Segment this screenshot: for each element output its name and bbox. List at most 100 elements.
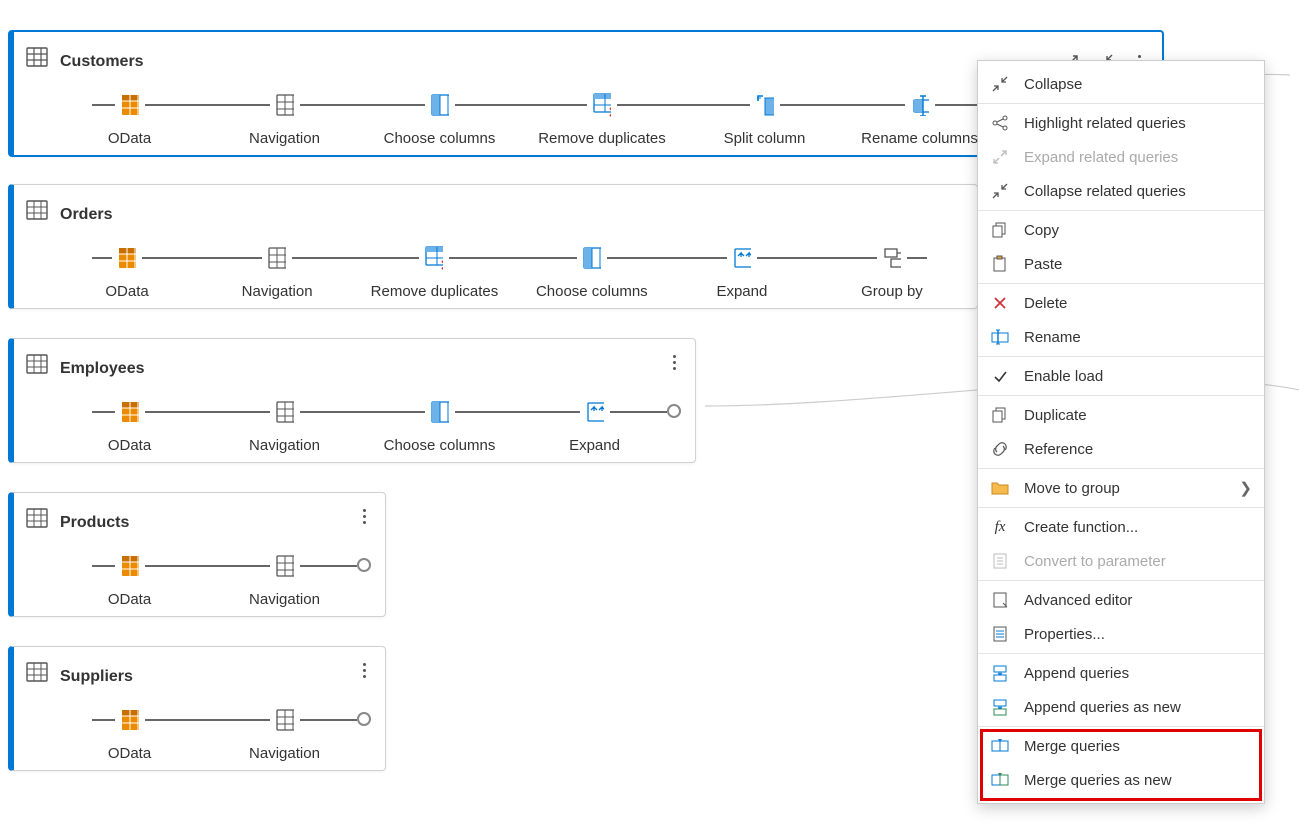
step-choose-columns[interactable]: Choose columns	[362, 90, 517, 147]
menu-convert-to-parameter: Convert to parameter	[978, 544, 1264, 578]
more-icon[interactable]	[351, 501, 377, 531]
append-icon	[988, 663, 1012, 683]
end-node[interactable]	[357, 712, 371, 726]
menu-properties[interactable]: Properties...	[978, 617, 1264, 651]
table-icon	[22, 657, 52, 687]
menu-create-function[interactable]: fx Create function...	[978, 510, 1264, 544]
step-expand[interactable]: Expand	[517, 397, 672, 454]
step-split-column[interactable]: Split column	[687, 90, 842, 147]
menu-enable-load[interactable]: Enable load	[978, 359, 1264, 393]
choose-columns-icon	[577, 243, 607, 273]
step-odata[interactable]: OData	[52, 90, 207, 147]
menu-append-queries[interactable]: Append queries	[978, 656, 1264, 690]
collapse-in-icon	[988, 182, 1012, 200]
step-navigation[interactable]: Navigation	[207, 397, 362, 454]
card-title: Customers	[60, 53, 144, 71]
menu-duplicate[interactable]: Duplicate	[978, 398, 1264, 432]
table-icon	[270, 397, 300, 427]
end-node[interactable]	[357, 558, 371, 572]
card-title: Suppliers	[60, 668, 133, 686]
append-new-icon	[988, 697, 1012, 717]
expand-out-icon	[988, 148, 1012, 166]
table-icon	[270, 551, 300, 581]
menu-merge-queries[interactable]: Merge queries	[978, 729, 1264, 763]
table-icon	[22, 195, 52, 225]
expand-step-icon	[727, 243, 757, 273]
diagram-canvas[interactable]: Customers OData	[0, 0, 1299, 833]
odata-icon	[115, 551, 145, 581]
properties-icon	[988, 625, 1012, 643]
table-icon	[262, 243, 292, 273]
menu-advanced-editor[interactable]: Advanced editor	[978, 583, 1264, 617]
query-card-orders[interactable]: Orders OData Navigation Remove duplicate…	[8, 184, 978, 309]
paste-icon	[988, 255, 1012, 273]
query-card-suppliers[interactable]: Suppliers OData Navigation	[8, 646, 386, 771]
delete-icon	[988, 295, 1012, 311]
step-rename-columns[interactable]: Rename columns	[842, 90, 997, 147]
step-choose-columns[interactable]: Choose columns	[517, 243, 667, 300]
chevron-right-icon: ❯	[1239, 479, 1252, 497]
card-title: Orders	[60, 206, 112, 224]
step-odata[interactable]: OData	[52, 705, 207, 762]
editor-icon	[988, 591, 1012, 609]
reference-icon	[988, 440, 1012, 458]
menu-delete[interactable]: Delete	[978, 286, 1264, 320]
card-title: Products	[60, 514, 129, 532]
choose-columns-icon	[425, 397, 455, 427]
menu-collapse-related[interactable]: Collapse related queries	[978, 174, 1264, 208]
merge-new-icon	[988, 771, 1012, 789]
fx-icon: fx	[988, 519, 1012, 536]
odata-icon	[112, 243, 142, 273]
step-navigation[interactable]: Navigation	[207, 705, 362, 762]
remove-duplicates-icon	[419, 243, 449, 273]
remove-duplicates-icon	[587, 90, 617, 120]
menu-collapse[interactable]: Collapse	[978, 67, 1264, 101]
menu-move-to-group[interactable]: Move to group ❯	[978, 471, 1264, 505]
odata-icon	[115, 705, 145, 735]
table-icon	[22, 42, 52, 72]
step-remove-duplicates[interactable]: Remove duplicates	[517, 90, 687, 147]
table-icon	[270, 705, 300, 735]
menu-highlight-related[interactable]: Highlight related queries	[978, 106, 1264, 140]
menu-paste[interactable]: Paste	[978, 247, 1264, 281]
group-by-icon	[877, 243, 907, 273]
copy-icon	[988, 221, 1012, 239]
query-card-products[interactable]: Products OData Navigation	[8, 492, 386, 617]
menu-append-queries-new[interactable]: Append queries as new	[978, 690, 1264, 724]
split-column-icon	[750, 90, 780, 120]
context-menu: Collapse Highlight related queries Expan…	[977, 60, 1265, 804]
more-icon[interactable]	[351, 655, 377, 685]
folder-icon	[988, 480, 1012, 496]
step-group-by[interactable]: Group by	[817, 243, 967, 300]
query-card-customers[interactable]: Customers OData	[8, 30, 1164, 157]
odata-icon	[115, 90, 145, 120]
step-odata[interactable]: OData	[52, 397, 207, 454]
step-remove-duplicates[interactable]: Remove duplicates	[352, 243, 517, 300]
menu-rename[interactable]: Rename	[978, 320, 1264, 354]
step-navigation[interactable]: Navigation	[207, 551, 362, 608]
menu-reference[interactable]: Reference	[978, 432, 1264, 466]
table-icon	[22, 349, 52, 379]
check-icon	[988, 368, 1012, 384]
rename-columns-icon	[905, 90, 935, 120]
query-card-employees[interactable]: Employees OData Navigation Choose column…	[8, 338, 696, 463]
step-odata[interactable]: OData	[52, 243, 202, 300]
rename-icon	[988, 329, 1012, 345]
end-node[interactable]	[667, 404, 681, 418]
menu-expand-related: Expand related queries	[978, 140, 1264, 174]
card-title: Employees	[60, 360, 144, 378]
step-odata[interactable]: OData	[52, 551, 207, 608]
more-icon[interactable]	[661, 347, 687, 377]
duplicate-icon	[988, 406, 1012, 424]
step-expand[interactable]: Expand	[667, 243, 817, 300]
step-navigation[interactable]: Navigation	[202, 243, 352, 300]
step-navigation[interactable]: Navigation	[207, 90, 362, 147]
parameter-icon	[988, 552, 1012, 570]
merge-icon	[988, 737, 1012, 755]
table-icon	[270, 90, 300, 120]
odata-icon	[115, 397, 145, 427]
choose-columns-icon	[425, 90, 455, 120]
step-choose-columns[interactable]: Choose columns	[362, 397, 517, 454]
menu-merge-queries-new[interactable]: Merge queries as new	[978, 763, 1264, 797]
menu-copy[interactable]: Copy	[978, 213, 1264, 247]
